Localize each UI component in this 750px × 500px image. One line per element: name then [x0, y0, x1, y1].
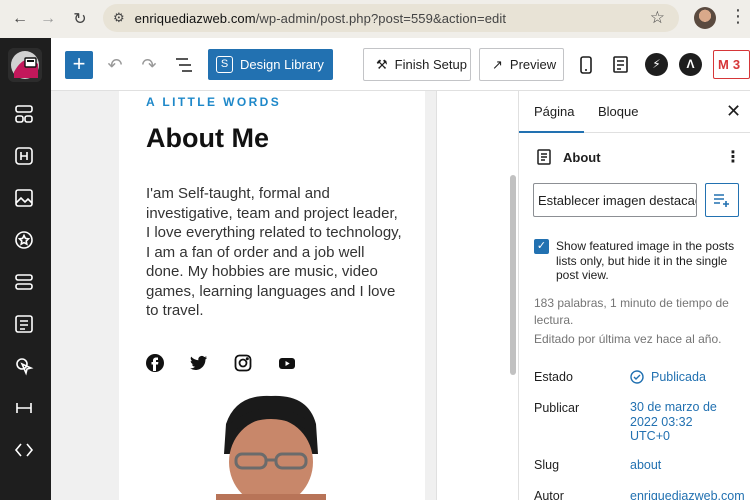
- slug-label: Slug: [534, 458, 560, 472]
- content-column: A LITTLE WORDS About Me I'am Self-taught…: [119, 91, 425, 500]
- heading-icon[interactable]: [13, 145, 35, 167]
- page-options-icon[interactable]: ⋮: [725, 147, 741, 167]
- published-check-icon: [630, 370, 644, 384]
- social-icons: [146, 354, 322, 372]
- redo-icon[interactable]: ↷: [137, 53, 161, 77]
- profile-avatar[interactable]: [694, 7, 716, 29]
- jetpack-icon: M: [718, 57, 729, 72]
- tab-page[interactable]: Página: [534, 104, 574, 119]
- tab-block[interactable]: Bloque: [598, 104, 638, 119]
- featured-visibility-checkbox[interactable]: ✓: [534, 239, 549, 254]
- design-library-button[interactable]: S Design Library: [208, 49, 333, 80]
- list-add-icon: [714, 194, 729, 207]
- undo-icon[interactable]: ↶: [103, 53, 127, 77]
- slug-value[interactable]: about: [630, 458, 661, 473]
- profile-photo[interactable]: [216, 394, 326, 500]
- rows-icon[interactable]: [13, 271, 35, 293]
- add-block-button[interactable]: +: [65, 51, 93, 79]
- design-library-label: Design Library: [240, 57, 324, 72]
- astra-plugin-icon[interactable]: Λ: [679, 53, 702, 76]
- design-library-icon: S: [216, 56, 233, 73]
- close-icon[interactable]: ✕: [726, 101, 741, 122]
- featured-image-options-button[interactable]: [705, 183, 739, 217]
- publish-label: Publicar: [534, 401, 580, 415]
- set-featured-image-button[interactable]: Establecer imagen destacada: [533, 183, 697, 217]
- notes-icon[interactable]: [609, 53, 633, 77]
- bio-paragraph[interactable]: I'am Self-taught, formal and investigati…: [146, 184, 406, 321]
- jetpack-count: 3: [732, 57, 741, 72]
- status-value[interactable]: Publicada: [630, 370, 706, 385]
- canvas-right-area: [436, 91, 518, 500]
- panel-tabs: Página Bloque ✕: [519, 91, 750, 133]
- preview-button[interactable]: ↗ Preview: [479, 48, 564, 81]
- active-tab-indicator: [519, 131, 584, 133]
- back-arrow-icon[interactable]: ←: [10, 9, 30, 29]
- site-logo[interactable]: [8, 48, 42, 82]
- status-label: Estado: [534, 370, 573, 384]
- twitter-icon[interactable]: [190, 354, 208, 372]
- page-icon: [537, 149, 551, 165]
- last-edited-text: Editado por última vez hace al año.: [534, 332, 722, 346]
- publish-date[interactable]: 30 de marzo de 2022 03:32 UTC+0: [630, 400, 735, 444]
- instagram-icon[interactable]: [234, 354, 252, 372]
- site-settings-icon[interactable]: ⚙: [113, 10, 125, 26]
- pointer-click-icon[interactable]: [13, 355, 35, 377]
- code-diamond-icon[interactable]: [13, 439, 35, 461]
- author-label: Autor: [534, 489, 564, 500]
- featured-visibility-label: Show featured image in the posts lists o…: [556, 239, 735, 282]
- page-summary: About: [537, 149, 737, 165]
- hammer-icon: ⚒: [376, 56, 388, 72]
- star-badge-icon[interactable]: [13, 229, 35, 251]
- kicker-text[interactable]: A LITTLE WORDS: [146, 95, 281, 109]
- canvas-scrollbar[interactable]: [510, 175, 516, 375]
- browser-menu-icon[interactable]: ⋮: [729, 6, 747, 27]
- browser-toolbar: ← → ↻ ⚙ enriquediazweb.com/wp-admin/post…: [0, 0, 750, 38]
- editor-toolbar: + ↶ ↷ S Design Library ⚒ Finish Setup ↗ …: [51, 38, 750, 91]
- finish-setup-button[interactable]: ⚒ Finish Setup: [363, 48, 471, 81]
- document-overview-icon[interactable]: [172, 53, 196, 77]
- form-icon[interactable]: [13, 313, 35, 335]
- bookmark-star-icon[interactable]: ☆: [650, 8, 665, 28]
- page-title[interactable]: About Me: [146, 123, 269, 154]
- forward-arrow-icon[interactable]: →: [38, 9, 58, 29]
- external-link-icon: ↗: [492, 56, 503, 72]
- page-name: About: [563, 149, 601, 165]
- jetpack-button[interactable]: M 3: [713, 50, 750, 79]
- block-sidebar: [0, 38, 51, 500]
- mobile-device-icon[interactable]: [574, 53, 598, 77]
- editor-canvas: A LITTLE WORDS About Me I'am Self-taught…: [51, 91, 518, 500]
- bolt-plugin-icon[interactable]: ⚡: [645, 53, 668, 76]
- address-bar[interactable]: ⚙ enriquediazweb.com/wp-admin/post.php?p…: [103, 4, 679, 32]
- url-text: enriquediazweb.com/wp-admin/post.php?pos…: [134, 10, 507, 26]
- settings-panel: Página Bloque ✕ About ⋮ Establecer image…: [518, 91, 750, 500]
- layout-grid-icon[interactable]: [13, 103, 35, 125]
- spacer-icon[interactable]: [13, 397, 35, 419]
- word-count-text: 183 palabras, 1 minuto de tiempo de lect…: [534, 296, 729, 327]
- reload-icon[interactable]: ↻: [70, 9, 90, 29]
- facebook-icon[interactable]: [146, 354, 164, 372]
- youtube-icon[interactable]: [278, 354, 296, 372]
- image-icon[interactable]: [13, 187, 35, 209]
- author-value[interactable]: enriquediazweb.com: [630, 489, 745, 500]
